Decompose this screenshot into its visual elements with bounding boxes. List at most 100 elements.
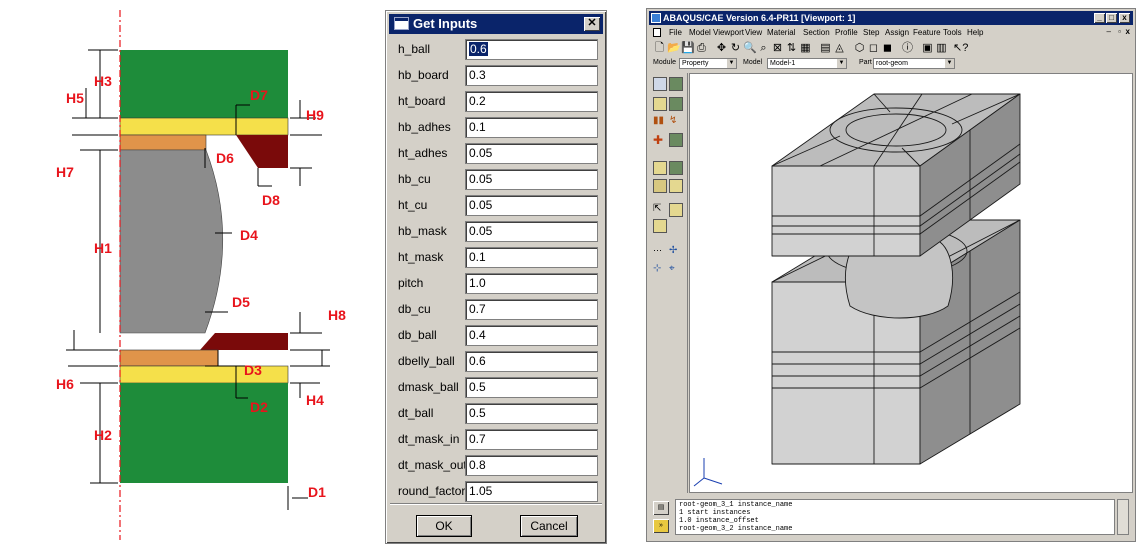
field-row-ht-mask: ht_mask 0.1 [386, 245, 608, 271]
field-label: ht_adhes [398, 146, 448, 160]
command-icon: » [659, 522, 663, 529]
menu-assign[interactable]: Assign [885, 28, 909, 37]
datum-point-icon[interactable]: ⋯ [653, 245, 667, 259]
pitch-input[interactable]: 1.0 [465, 273, 598, 294]
field-label: pitch [398, 276, 424, 290]
print-icon[interactable]: ⎙ [695, 42, 708, 55]
mdi-minimize-icon[interactable]: – [1107, 27, 1111, 36]
cancel-button[interactable]: Cancel [520, 515, 578, 537]
datum-plane-icon[interactable]: ⌖ [669, 263, 683, 277]
view-top-icon[interactable]: ◼ [881, 42, 894, 55]
menu-feature[interactable]: Feature [913, 28, 941, 37]
view-iso-icon[interactable]: ⬡ [853, 42, 866, 55]
dt-mask-out-input[interactable]: 0.8 [465, 455, 598, 476]
help-pointer-icon[interactable]: ↖? [953, 42, 968, 55]
viewport[interactable] [689, 73, 1133, 493]
mdi-close-icon[interactable]: x [1126, 27, 1130, 36]
minimize-button[interactable]: _ [1094, 13, 1105, 23]
mdi-restore-icon[interactable]: ▫ [1118, 27, 1121, 36]
field-value: 1.0 [469, 276, 486, 290]
h-ball-input[interactable]: 0.6 [465, 39, 598, 60]
message-scrollbar[interactable] [1117, 499, 1129, 535]
datum-axis-icon[interactable]: ✢ [669, 245, 683, 259]
dmask-ball-input[interactable]: 0.5 [465, 377, 598, 398]
menu-tools[interactable]: Tools [943, 28, 962, 37]
query-icon[interactable]: ⇱ [653, 203, 667, 217]
info-icon[interactable]: ⓘ [901, 42, 914, 55]
ht-mask-input[interactable]: 0.1 [465, 247, 598, 268]
dialog-titlebar[interactable]: Get Inputs ✕ [389, 14, 603, 34]
datum-csys-icon[interactable]: ⊹ [653, 263, 667, 277]
pan-icon[interactable]: ✥ [715, 42, 728, 55]
part-value: root-geom [876, 60, 908, 67]
menu-file[interactable]: File [669, 28, 682, 37]
beam-profile-icon[interactable]: ✚ [653, 133, 667, 147]
command-tab-button[interactable]: » [653, 519, 669, 533]
field-row-db-cu: db_cu 0.7 [386, 297, 608, 323]
special-icon[interactable] [653, 179, 667, 193]
hb-adhes-input[interactable]: 0.1 [465, 117, 598, 138]
round-factor-input[interactable]: 1.05 [465, 481, 598, 502]
open-icon[interactable]: 📂 [667, 42, 681, 55]
material-manager-icon[interactable] [669, 77, 683, 91]
module-select[interactable]: Property ▼ [679, 58, 737, 69]
db-cu-input[interactable]: 0.7 [465, 299, 598, 320]
ok-button[interactable]: OK [416, 515, 472, 537]
save-icon[interactable]: 💾 [681, 42, 695, 55]
message-tab-button[interactable]: ▤ [653, 501, 669, 515]
close-button[interactable]: ✕ [584, 17, 600, 31]
field-value: 0.5 [469, 406, 486, 420]
model-select[interactable]: Model-1 ▼ [767, 58, 847, 69]
skin-manager-icon[interactable] [669, 161, 683, 175]
db-ball-input[interactable]: 0.4 [465, 325, 598, 346]
render-wire-icon[interactable]: ▤ [819, 42, 832, 55]
dt-mask-in-input[interactable]: 0.7 [465, 429, 598, 450]
window-close-button[interactable]: x [1119, 13, 1130, 23]
partition-icon[interactable] [653, 219, 667, 233]
new-icon[interactable]: 🗋 [653, 42, 666, 55]
dbelly-ball-input[interactable]: 0.6 [465, 351, 598, 372]
menu-profile[interactable]: Profile [835, 28, 858, 37]
maximize-button[interactable]: □ [1106, 13, 1117, 23]
menu-viewport[interactable]: Viewport [713, 28, 744, 37]
section-manager-icon[interactable] [669, 97, 683, 111]
ht-adhes-input[interactable]: 0.05 [465, 143, 598, 164]
hb-board-input[interactable]: 0.3 [465, 65, 598, 86]
skin-icon[interactable] [653, 161, 667, 175]
special-manager-icon[interactable] [669, 179, 683, 193]
rotate-icon[interactable]: ↻ [729, 42, 742, 55]
fit-view-icon[interactable]: ⊠ [771, 42, 784, 55]
zoom-box-icon[interactable]: ⌕ [757, 42, 770, 55]
render-hidden-icon[interactable]: ◬ [833, 42, 846, 55]
hb-cu-input[interactable]: 0.05 [465, 169, 598, 190]
field-label: dbelly_ball [398, 354, 455, 368]
menu-material[interactable]: Material [767, 28, 795, 37]
cycle-icon[interactable]: ⇅ [785, 42, 798, 55]
view-front-icon[interactable]: ◻ [867, 42, 880, 55]
part-select[interactable]: root-geom ▼ [873, 58, 955, 69]
label-h5: H5 [66, 90, 84, 106]
label-h7: H7 [56, 164, 74, 180]
ht-cu-input[interactable]: 0.05 [465, 195, 598, 216]
menu-model[interactable]: Model [689, 28, 711, 37]
abaqus-titlebar[interactable]: ABAQUS/CAE Version 6.4-PR11 [Viewport: 1… [649, 11, 1133, 25]
field-label: ht_mask [398, 250, 444, 264]
cascade-icon[interactable]: ▥ [935, 42, 948, 55]
menu-section[interactable]: Section [803, 28, 830, 37]
hb-mask-input[interactable]: 0.05 [465, 221, 598, 242]
grid-icon[interactable]: ▦ [799, 42, 812, 55]
tile-icon[interactable]: ▣ [921, 42, 934, 55]
ht-board-input[interactable]: 0.2 [465, 91, 598, 112]
profile-manager-icon[interactable] [669, 133, 683, 147]
message-log[interactable]: root-geom_3_1 instance_name 1 start insta… [675, 499, 1115, 535]
assign-orientation-icon[interactable]: ↯ [669, 115, 683, 129]
tag-icon[interactable] [669, 203, 683, 217]
dt-ball-input[interactable]: 0.5 [465, 403, 598, 424]
assign-section-icon[interactable]: ▮▮ [653, 115, 667, 129]
menu-view[interactable]: View [745, 28, 762, 37]
material-create-icon[interactable] [653, 77, 667, 91]
menu-help[interactable]: Help [967, 28, 983, 37]
menu-step[interactable]: Step [863, 28, 879, 37]
section-create-icon[interactable] [653, 97, 667, 111]
zoom-icon[interactable]: 🔍 [743, 42, 757, 55]
